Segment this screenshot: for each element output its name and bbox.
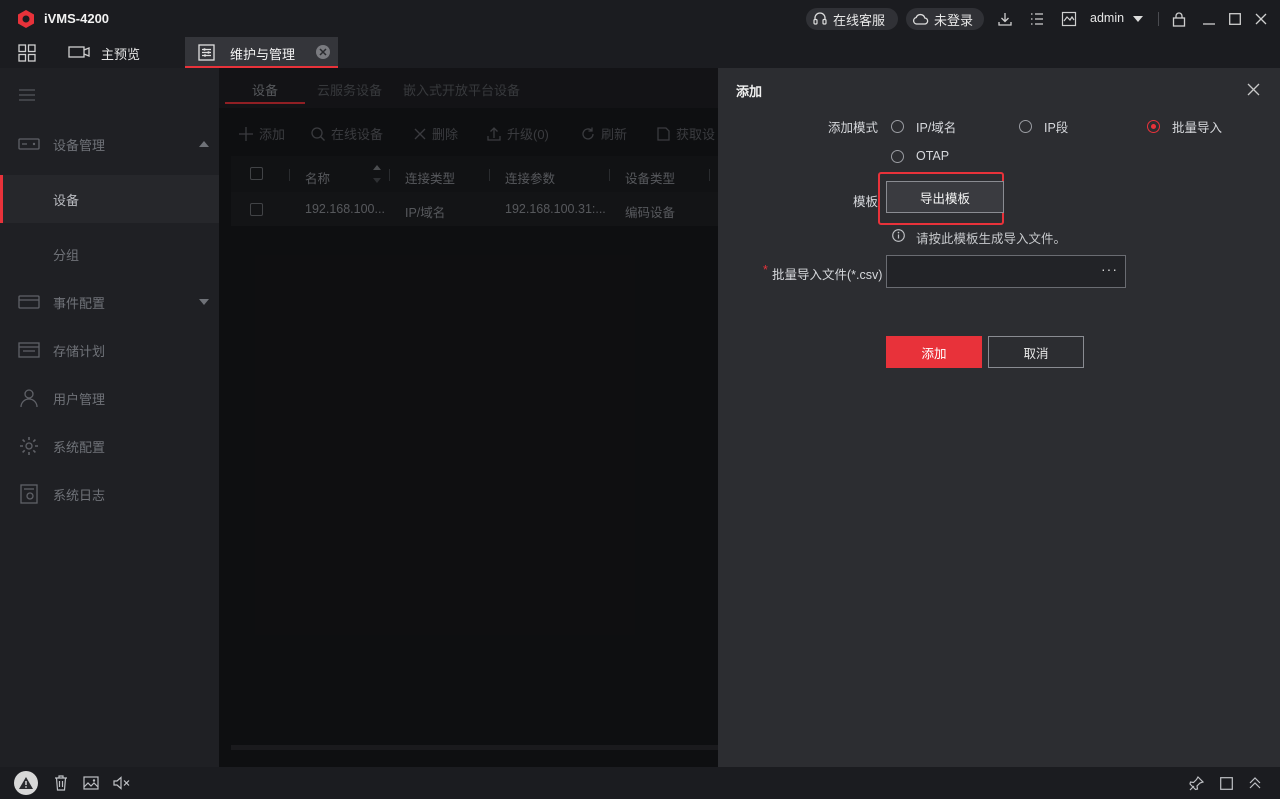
event-icon [18,292,40,312]
trash-icon[interactable] [53,774,69,792]
menu-collapse-icon[interactable] [19,88,35,102]
mode-otap-radio[interactable]: OTAP [891,149,949,163]
radio-label: 批量导入 [1172,121,1223,135]
add-device-panel: 添加 添加模式 IP/域名 IP段 批量导入 OTAP 模板 导出模板 请按此模… [718,68,1280,767]
headset-icon [813,12,827,25]
storage-icon [18,340,40,360]
radio-circle [1019,120,1032,133]
login-status-label: 未登录 [934,12,974,28]
close-icon[interactable] [1245,81,1261,97]
radio-circle [891,149,904,163]
close-window-icon[interactable] [1252,10,1270,28]
task-list-icon[interactable] [1028,10,1046,28]
tab-maintenance[interactable]: 维护与管理 [185,37,338,68]
camera-icon [67,44,91,60]
radio-label: IP段 [1044,121,1069,135]
modal-overlay [219,68,718,767]
add-mode-label: 添加模式 [827,121,878,135]
sidebar-item-label: 事件配置 [53,295,106,311]
app-title: iVMS-4200 [44,11,110,26]
panel-title: 添加 [736,84,763,99]
sidebar-item-storage-schedule[interactable]: 存储计划 [0,326,219,374]
monitor-icon[interactable] [1060,10,1078,28]
image-icon[interactable] [82,774,100,792]
app-logo-icon [16,9,36,29]
batch-file-input[interactable]: ··· [886,255,1126,288]
close-tab-icon[interactable] [316,45,330,59]
add-button[interactable]: 添加 [886,336,982,368]
radio-label: IP/域名 [916,121,957,135]
user-dropdown-icon[interactable] [1132,14,1144,24]
sidebar-item-label: 系统配置 [53,439,106,455]
warning-icon[interactable] [14,771,38,795]
expand-up-icon[interactable] [1246,774,1264,792]
tab-maintenance-label: 维护与管理 [230,47,296,62]
download-icon[interactable] [996,10,1014,28]
user-name[interactable]: admin [1090,11,1124,25]
user-icon [18,388,40,408]
mode-batch-import-radio[interactable]: 批量导入 [1147,117,1222,136]
title-bar: iVMS-4200 在线客服 未登录 admin [0,0,1280,37]
required-mark: * [763,263,768,277]
maximize-icon[interactable] [1226,10,1244,28]
tab-bar: 主预览 维护与管理 [0,37,1280,68]
settings-panel-icon [197,43,215,61]
sidebar-item-groups[interactable]: 分组 [0,230,219,278]
title-divider [1158,12,1159,26]
sidebar-item-user-management[interactable]: 用户管理 [0,374,219,422]
fullscreen-icon[interactable] [1217,774,1235,792]
mode-ip-range-radio[interactable]: IP段 [1019,117,1068,136]
chevron-up-icon [199,141,209,147]
radio-circle [891,120,904,133]
pin-icon[interactable] [1187,774,1205,792]
sidebar-item-label: 系统日志 [53,487,106,503]
cloud-icon [912,13,929,25]
tab-main-preview[interactable]: 主预览 [55,37,183,68]
info-icon [891,228,905,242]
cancel-button[interactable]: 取消 [988,336,1084,368]
gear-icon [18,436,40,456]
sidebar-item-devices[interactable]: 设备 [0,175,219,223]
template-hint: 请按此模板生成导入文件。 [916,232,1067,246]
login-status-button[interactable]: 未登录 [906,8,984,30]
chevron-down-icon [199,299,209,305]
sidebar-item-label: 分组 [53,247,80,263]
minimize-icon[interactable] [1200,10,1218,28]
online-service-button[interactable]: 在线客服 [806,8,898,30]
sidebar-item-device-management[interactable]: 设备管理 [0,120,219,168]
sidebar-item-label: 设备 [53,192,80,208]
template-label: 模板 [852,195,878,209]
batch-file-label: 批量导入文件(*.csv) [772,268,883,282]
mode-ip-domain-radio[interactable]: IP/域名 [891,117,956,136]
sidebar-item-label: 存储计划 [53,343,106,359]
app-grid-icon[interactable] [17,43,36,62]
mute-icon[interactable] [112,774,130,792]
sidebar: 设备管理 设备 分组 事件配置 存储计划 用户管理 系统配置 系统日志 [0,68,219,767]
radio-circle-selected [1147,120,1160,133]
sidebar-item-event-config[interactable]: 事件配置 [0,278,219,326]
sidebar-item-label: 用户管理 [53,391,106,407]
online-service-label: 在线客服 [833,12,886,28]
sidebar-item-system-config[interactable]: 系统配置 [0,422,219,470]
device-icon [18,134,40,154]
lock-icon[interactable] [1170,10,1188,28]
export-template-button[interactable]: 导出模板 [886,181,1004,213]
tab-main-preview-label: 主预览 [101,47,141,62]
browse-file-button[interactable]: ··· [1101,261,1118,277]
sidebar-item-label: 设备管理 [53,137,106,153]
radio-label: OTAP [916,149,950,163]
status-bar [0,767,1280,799]
log-icon [18,484,40,504]
sidebar-item-system-log[interactable]: 系统日志 [0,470,219,518]
